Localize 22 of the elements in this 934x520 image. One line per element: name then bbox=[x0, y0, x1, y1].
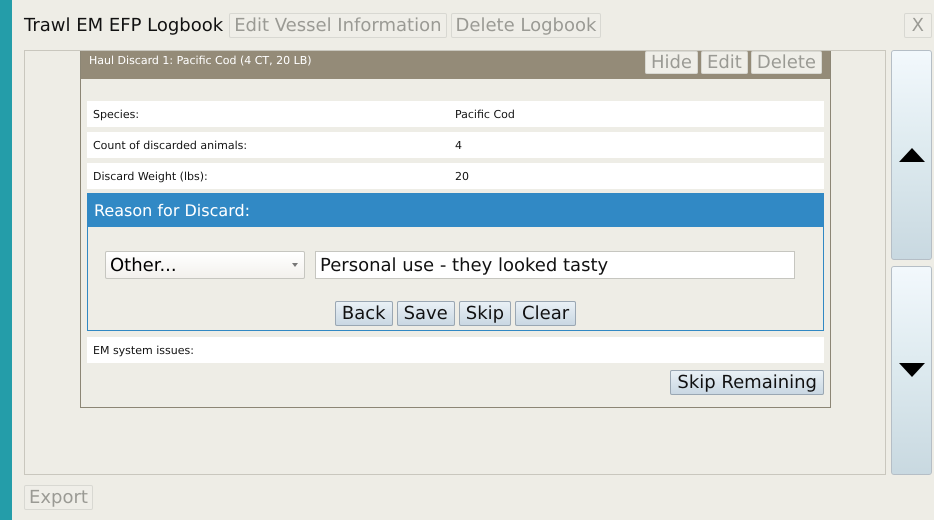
reason-dropdown[interactable]: Other... bbox=[105, 251, 305, 279]
reason-header: Reason for Discard: bbox=[88, 194, 823, 227]
down-arrow-icon bbox=[898, 363, 924, 378]
field-value: 4 bbox=[455, 138, 462, 152]
reason-input[interactable]: Personal use - they looked tasty bbox=[315, 251, 795, 279]
field-value: Pacific Cod bbox=[455, 108, 515, 120]
field-label: EM system issues: bbox=[93, 344, 195, 356]
field-label: Count of discarded animals: bbox=[93, 138, 248, 152]
reason-button[interactable]: Skip bbox=[458, 301, 512, 326]
reason-button[interactable]: Back bbox=[334, 301, 393, 326]
caret-icon bbox=[292, 263, 298, 267]
scroll-up-button[interactable] bbox=[891, 50, 932, 260]
field-label: Species: bbox=[93, 108, 140, 120]
scroll-down-button[interactable] bbox=[891, 266, 932, 475]
card-title: Haul Discard 1: Pacific Cod (4 CT, 20 LB) bbox=[89, 53, 312, 69]
up-arrow-icon bbox=[898, 148, 924, 162]
field-value: 20 bbox=[455, 170, 469, 182]
reason-button[interactable]: Clear bbox=[515, 301, 576, 326]
skip-remaining-button[interactable]: Skip Remaining bbox=[670, 370, 824, 395]
window-title: Trawl EM EFP Logbook bbox=[24, 14, 224, 36]
reason-button[interactable]: Save bbox=[396, 301, 455, 326]
field-label: Discard Weight (lbs): bbox=[93, 170, 209, 182]
